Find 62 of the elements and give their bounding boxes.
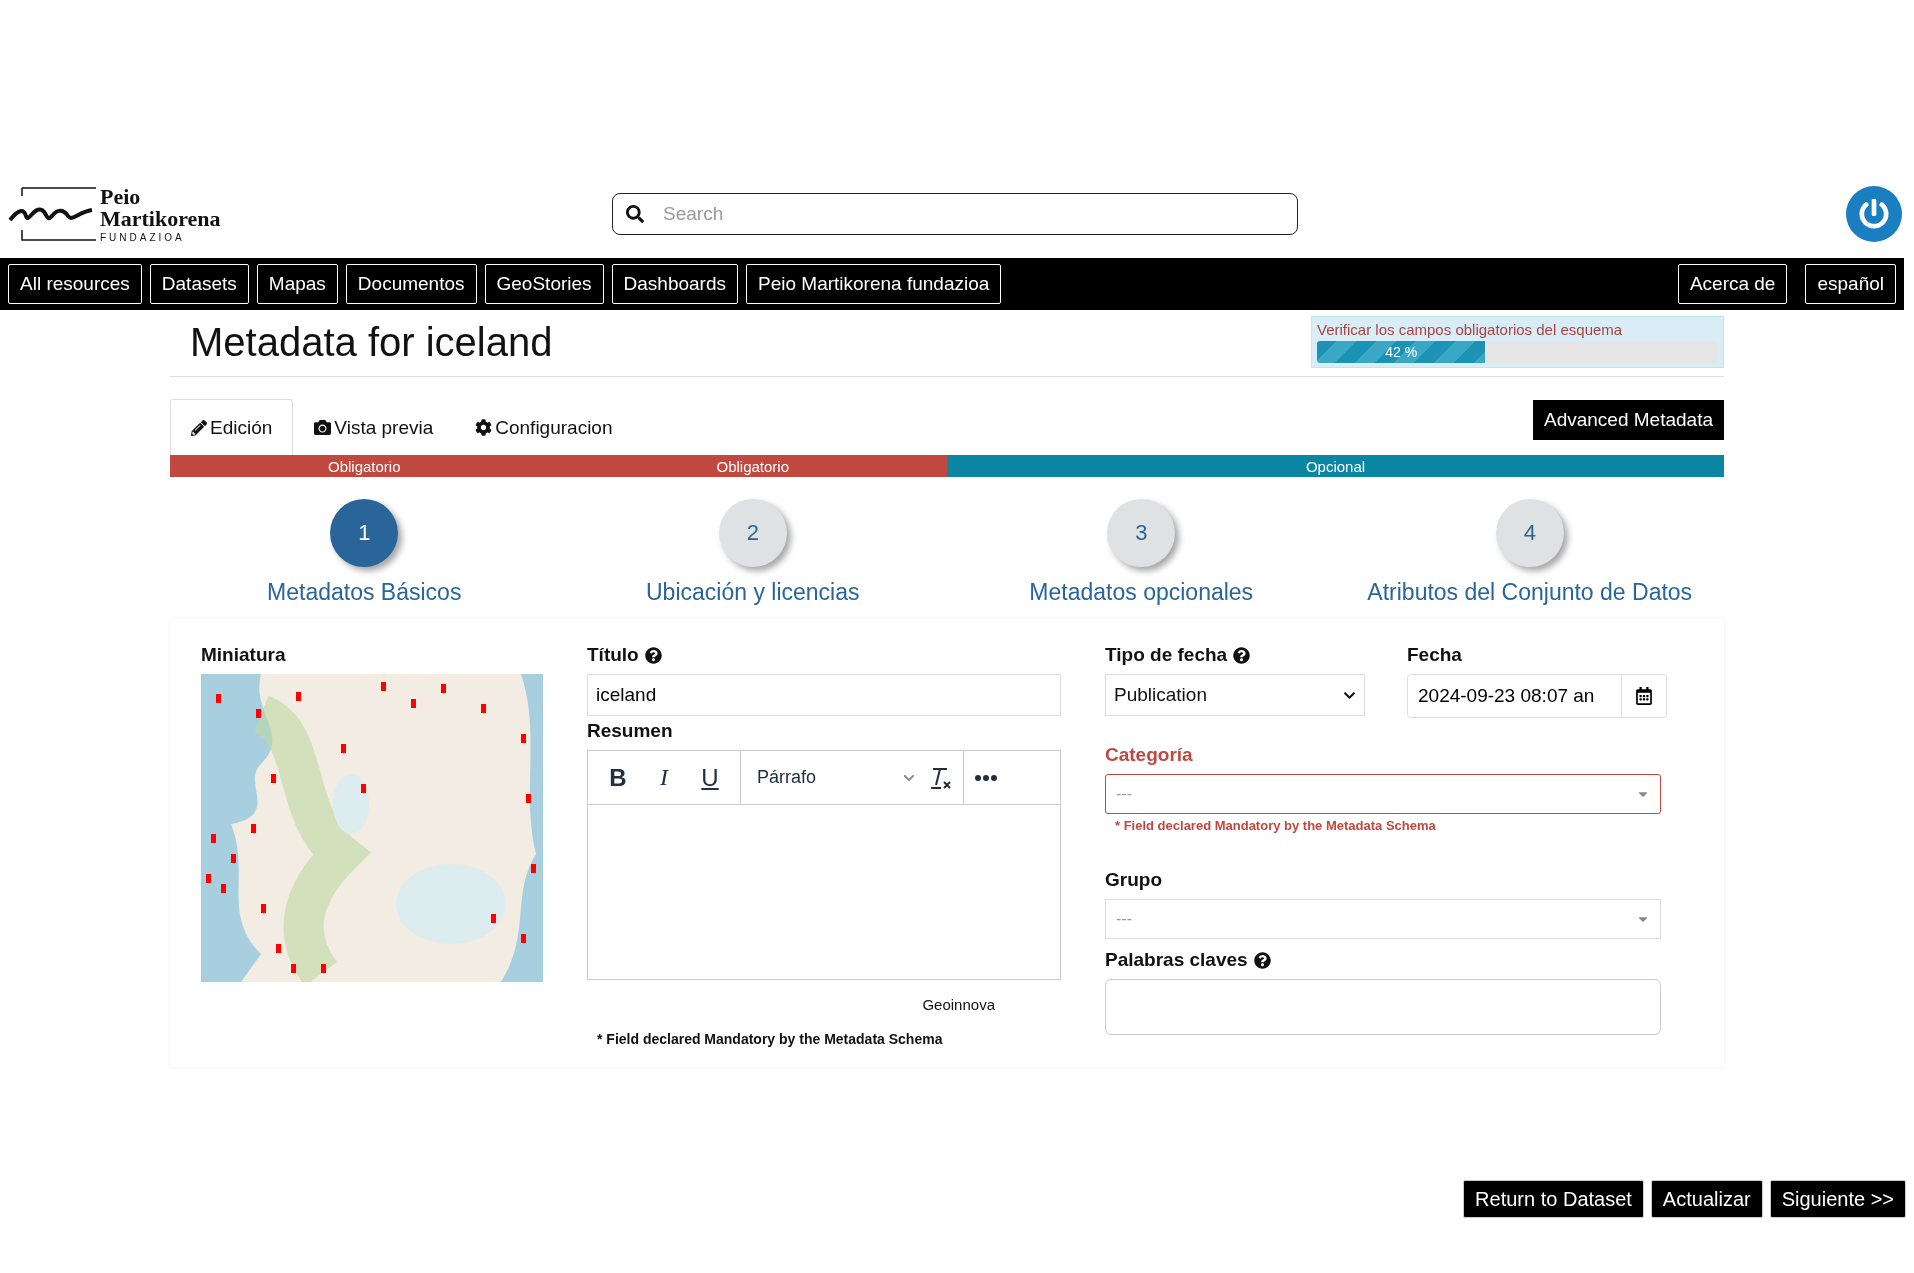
logo-subtitle: FUNDAZIOA [100, 232, 186, 243]
search-icon [626, 205, 644, 223]
camera-icon [314, 419, 332, 436]
step-label: Ubicación y licencias [646, 579, 860, 606]
alert-message: Verificar los campos obligatorios del esquema [1317, 321, 1624, 338]
date-type-select[interactable]: Publication [1105, 674, 1365, 716]
page-title: Metadata for iceland [190, 319, 553, 365]
field-label: Resumen [587, 720, 674, 742]
format-dropdown[interactable]: Párrafo [751, 767, 921, 788]
progress-fill: 42 % [1317, 341, 1486, 363]
nav-link[interactable]: Mapas [256, 264, 338, 304]
signature-logo-icon [8, 186, 96, 242]
action-button[interactable]: Siguiente >> [1769, 1180, 1906, 1218]
step-circle[interactable]: 2 [718, 499, 787, 567]
mandatory-note: * Field declared Mandatory by the Metadata Schema [597, 1031, 944, 1047]
italic-button[interactable]: I [644, 757, 684, 798]
underline-button[interactable]: U [690, 757, 730, 798]
editor-footer: Geoinnova [922, 996, 995, 1013]
nav-link[interactable]: Dashboards [611, 264, 738, 304]
action-button[interactable]: Return to Dataset [1463, 1180, 1644, 1218]
field-label: Tipo de fecha [1105, 644, 1228, 666]
field-label: Grupo [1105, 869, 1162, 891]
logo-text: Peio [100, 185, 142, 208]
date-field[interactable]: 2024-09-23 08:07 an [1407, 674, 1667, 718]
search-field[interactable]: Search [612, 193, 1298, 235]
logo-text: Martikorena [100, 207, 221, 230]
step-circle[interactable]: 3 [1107, 499, 1176, 567]
advanced-metadata-button[interactable]: Advanced Metadata [1533, 400, 1724, 440]
field-label: Miniatura [201, 644, 287, 666]
error-message: * Field declared Mandatory by the Metadata Schema [1115, 818, 1437, 833]
field-label: Título [587, 644, 639, 666]
nav-link[interactable]: Documentos [345, 264, 477, 304]
section-bar: Opcional [947, 455, 1724, 477]
section-bar: Obligatorio [170, 455, 559, 477]
tab[interactable]: Edición [170, 399, 294, 455]
nav-link[interactable]: GeoStories [484, 264, 604, 304]
section-bar: Obligatorio [558, 455, 947, 477]
nav-link[interactable]: Acerca de [1677, 264, 1788, 304]
step-label: Metadatos Básicos [267, 579, 462, 606]
calendar-icon [1635, 687, 1653, 705]
nav-link[interactable]: Peio Martikorena fundazioa [746, 264, 1002, 304]
step-label: Metadatos opcionales [1029, 579, 1254, 606]
keywords-input[interactable] [1105, 979, 1661, 1035]
calendar-button[interactable] [1621, 675, 1666, 717]
bold-button[interactable]: B [598, 757, 638, 798]
power-icon [1859, 199, 1889, 229]
title-input[interactable]: iceland [587, 674, 1061, 716]
field-label: Categoría [1105, 744, 1193, 766]
action-button[interactable]: Actualizar [1650, 1180, 1763, 1218]
nav-link[interactable]: Datasets [149, 264, 249, 304]
rich-text-editor[interactable]: B I U Párrafo [587, 750, 1061, 980]
gear-icon [475, 419, 493, 436]
pencil-icon [191, 419, 207, 436]
power-button[interactable] [1846, 186, 1902, 242]
nav-link[interactable]: All resources [8, 264, 142, 304]
field-label: Palabras claves [1105, 949, 1248, 971]
step-label: Atributos del Conjunto de Datos [1367, 579, 1693, 606]
step-circle[interactable]: 4 [1495, 499, 1564, 567]
field-label: Fecha [1407, 644, 1462, 666]
nav-link[interactable]: español [1805, 264, 1896, 304]
step-circle[interactable]: 1 [330, 499, 399, 567]
more-icon[interactable] [974, 773, 998, 782]
